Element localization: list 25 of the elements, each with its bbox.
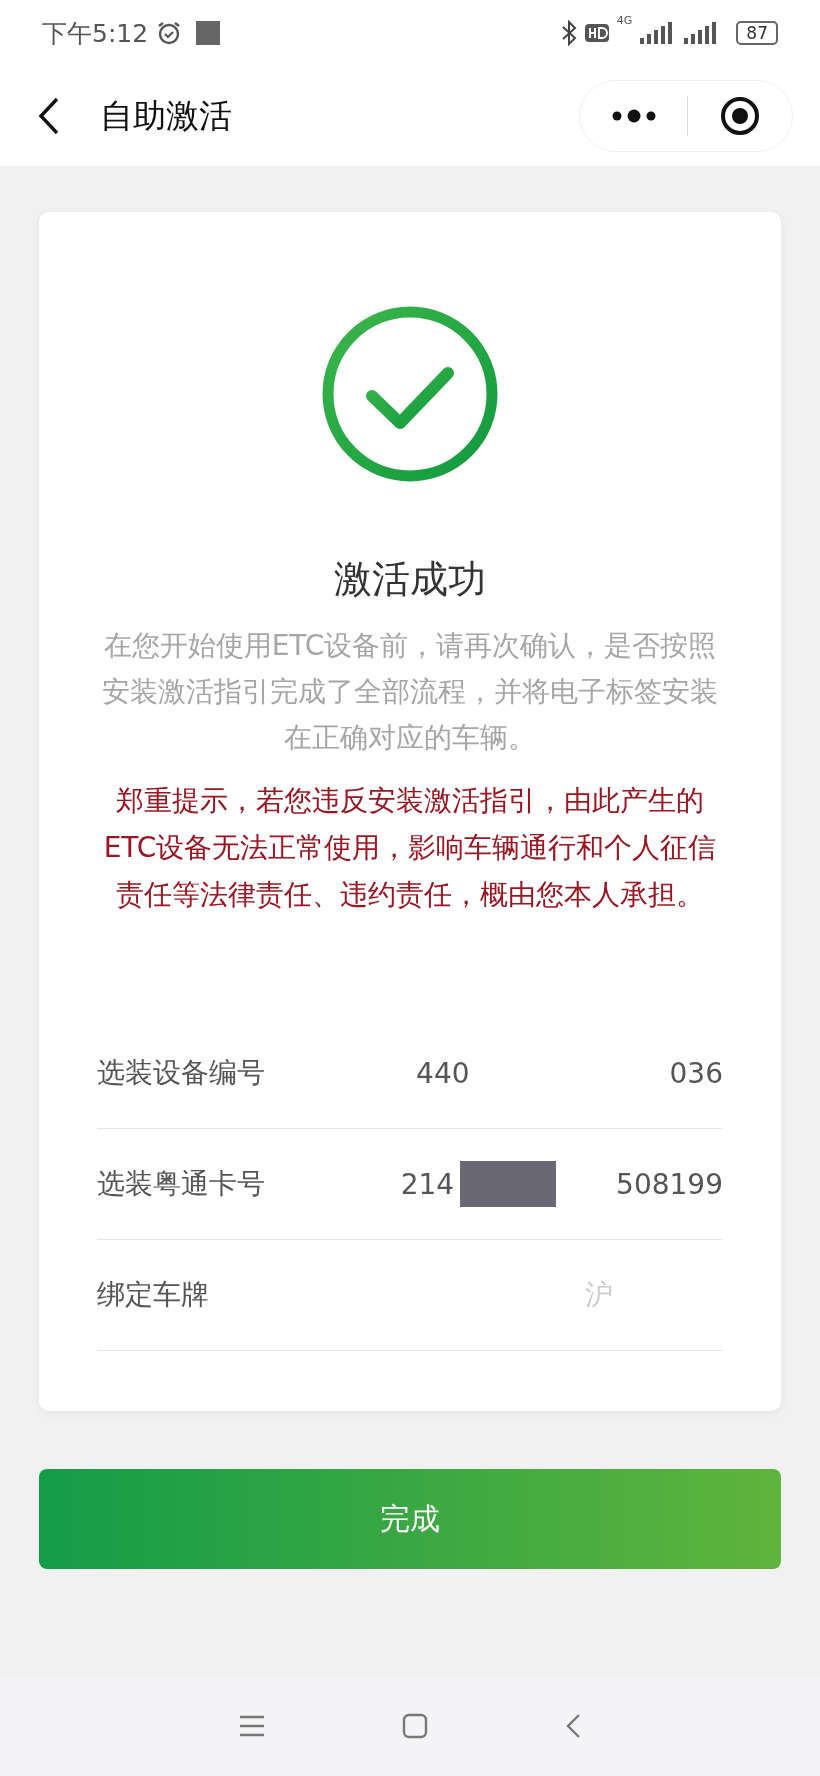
warning-text: 郑重提示，若您违反安装激活指引，由此产生的ETC设备无法正常使用，影响车辆通行和个人征信责任等法律责任、违约责任，概由您本人承担。: [102, 783, 718, 913]
page-title: 自助激活: [100, 94, 232, 137]
done-button[interactable]: 完成: [39, 1469, 781, 1569]
battery-indicator: 87: [736, 21, 778, 45]
status-time: 下午5:12: [42, 17, 149, 50]
field-value: 508199: [616, 1167, 723, 1201]
close-icon[interactable]: [718, 95, 761, 137]
field-value: 214: [400, 1167, 455, 1201]
hd-icon: [584, 24, 609, 42]
success-check-icon: [320, 304, 500, 484]
field-label: 选装设备编号: [97, 1055, 265, 1091]
more-icon[interactable]: [611, 109, 658, 123]
back-icon[interactable]: [38, 97, 60, 135]
bluetooth-icon: [560, 20, 577, 46]
field-value: 440: [416, 1056, 470, 1090]
network-type: 4G: [616, 14, 633, 27]
field-value: 036: [669, 1056, 723, 1090]
notice-text: 在您开始使用ETC设备前，请再次确认，是否按照安装激活指引完成了全部流程，并将电子标签安装在正确对应的车辆。: [101, 628, 719, 756]
notification-icon: [196, 21, 221, 45]
menu-icon[interactable]: [238, 1715, 265, 1737]
field-label: 选装粤通卡号: [97, 1166, 265, 1202]
signal-icon: [682, 22, 719, 44]
result-title: 激活成功: [334, 556, 486, 603]
home-icon[interactable]: [402, 1713, 428, 1739]
field-label: 绑定车牌: [97, 1277, 209, 1313]
